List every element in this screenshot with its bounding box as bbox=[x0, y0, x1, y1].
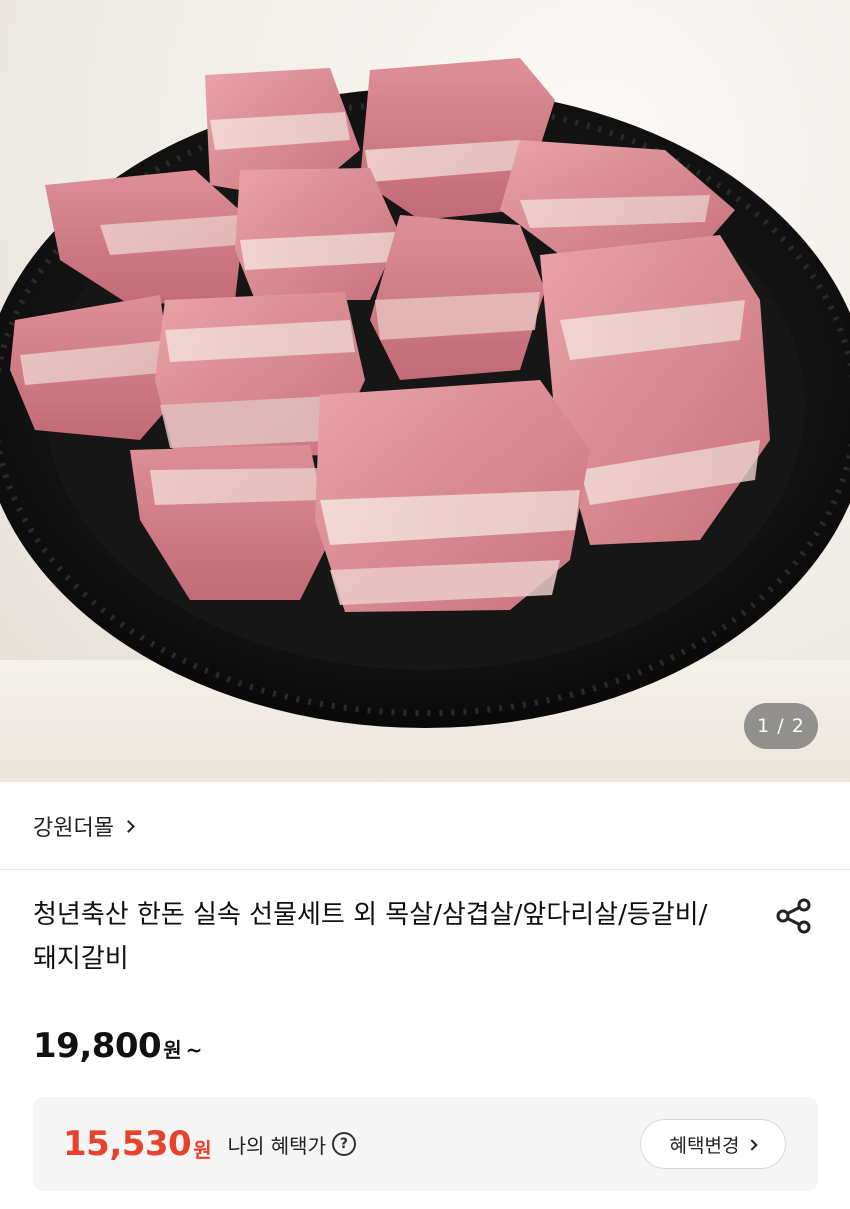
change-benefit-button[interactable]: 혜택변경 bbox=[640, 1119, 786, 1169]
benefit-amount: 15,530 bbox=[63, 1124, 192, 1164]
share-icon[interactable] bbox=[774, 896, 814, 936]
benefit-price-box: 15,530 원 나의 혜택가 ? 혜택변경 bbox=[33, 1097, 818, 1191]
benefit-unit: 원 bbox=[193, 1137, 212, 1162]
product-title-area: 청년축산 한돈 실속 선물세트 외 목살/삼겹살/앞다리살/등갈비/돼지갈비 bbox=[33, 893, 753, 981]
chevron-right-icon bbox=[122, 819, 135, 833]
price-unit: 원 bbox=[163, 1038, 182, 1062]
benefit-label: 나의 혜택가 bbox=[227, 1133, 326, 1158]
seller-link[interactable]: 강원더몰 bbox=[0, 782, 850, 870]
price-amount: 19,800 bbox=[33, 1026, 162, 1066]
product-title: 청년축산 한돈 실속 선물세트 외 목살/삼겹살/앞다리살/등갈비/돼지갈비 bbox=[33, 900, 708, 974]
product-photo-illustration bbox=[0, 58, 850, 728]
price: 19,800 원 ~ bbox=[33, 1026, 202, 1066]
image-counter: 1 / 2 bbox=[744, 703, 818, 749]
seller-name: 강원더몰 bbox=[33, 815, 114, 841]
price-suffix: ~ bbox=[185, 1038, 203, 1062]
help-icon[interactable]: ? bbox=[331, 1132, 356, 1156]
chevron-right-icon bbox=[746, 1138, 759, 1151]
change-benefit-label: 혜택변경 bbox=[669, 1134, 740, 1157]
product-image[interactable]: 1 / 2 bbox=[0, 0, 850, 782]
